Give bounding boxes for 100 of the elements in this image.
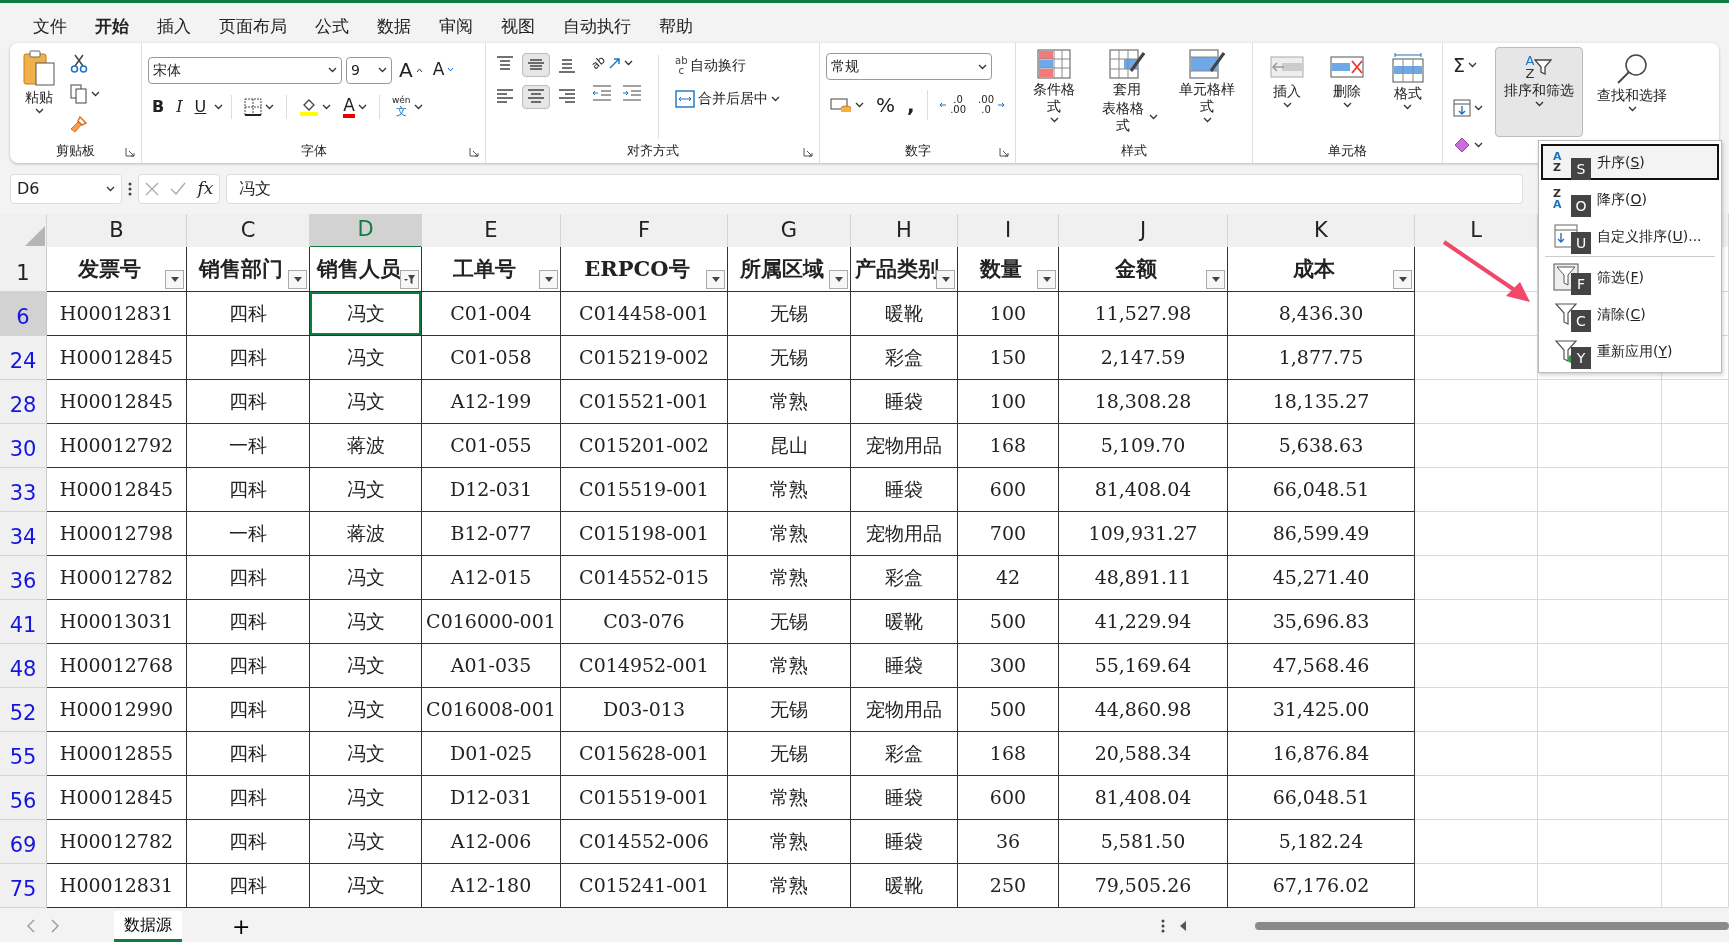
table-cell: 彩盒 bbox=[851, 336, 958, 380]
orientation-button[interactable]: ab bbox=[588, 53, 646, 74]
keytip-badge: F bbox=[1571, 273, 1591, 295]
underline-button[interactable]: U bbox=[190, 93, 211, 121]
ribbon-tab[interactable]: 文件 bbox=[22, 11, 78, 41]
row-number[interactable]: 34 bbox=[0, 512, 47, 556]
menu-item[interactable]: F 筛选(F) bbox=[1541, 259, 1719, 295]
table-cell: 常熟 bbox=[728, 556, 851, 600]
check-icon[interactable] bbox=[170, 182, 187, 196]
launcher-icon bbox=[803, 147, 813, 157]
table-cell: 睡袋 bbox=[851, 776, 958, 820]
percent-button[interactable]: % bbox=[872, 88, 899, 122]
phonetic-button[interactable]: wén 文 bbox=[387, 94, 427, 120]
row-number[interactable]: 69 bbox=[0, 820, 47, 864]
caret-icon bbox=[623, 60, 633, 67]
align-lines-icon bbox=[558, 88, 576, 106]
table-cell: 宠物用品 bbox=[851, 424, 958, 468]
ribbon-tab[interactable]: 审阅 bbox=[428, 11, 484, 41]
row-number[interactable]: 6 bbox=[0, 292, 47, 336]
caret-icon bbox=[378, 67, 387, 73]
row-number[interactable]: 28 bbox=[0, 380, 47, 424]
sheet-tab[interactable]: 数据源 bbox=[114, 910, 182, 942]
previous-sheet-icon[interactable] bbox=[26, 919, 36, 933]
filter-button[interactable] bbox=[165, 270, 184, 289]
grow-font-button[interactable]: A bbox=[396, 55, 426, 85]
italic-button[interactable]: I bbox=[172, 93, 187, 121]
insert-cells-button[interactable]: 插入 bbox=[1264, 51, 1311, 141]
row-number[interactable]: 48 bbox=[0, 644, 47, 688]
filter-button[interactable] bbox=[706, 270, 725, 289]
add-sheet-button[interactable]: + bbox=[226, 908, 257, 942]
caret-icon bbox=[413, 104, 423, 110]
delete-cells-button[interactable]: 删除 bbox=[1324, 51, 1371, 141]
ribbon-tab[interactable]: 自动执行 bbox=[552, 11, 642, 41]
merge-center-button[interactable]: 合并后居中 bbox=[671, 86, 784, 111]
table-cell: C015241-001 bbox=[561, 864, 728, 908]
filter-button[interactable] bbox=[288, 270, 307, 289]
filter-button[interactable] bbox=[1206, 270, 1225, 289]
align-lines-icon bbox=[527, 88, 545, 106]
shrink-font-button[interactable]: A bbox=[429, 57, 458, 83]
ribbon-tab[interactable]: 开始 bbox=[84, 11, 140, 41]
conditional-format-button[interactable]: 条件格式 bbox=[1022, 47, 1087, 141]
row-number[interactable]: 56 bbox=[0, 776, 47, 820]
table-cell: 5,581.50 bbox=[1059, 820, 1228, 864]
formula-input[interactable]: 冯文 bbox=[226, 174, 1523, 204]
column-header: 成本 bbox=[1228, 247, 1415, 292]
row-number[interactable]: 75 bbox=[0, 864, 47, 908]
menu-item[interactable]: Y 重新应用(Y) bbox=[1541, 333, 1719, 369]
sort-filter-button[interactable]: A Z 排序和筛选 bbox=[1495, 47, 1583, 137]
ribbon-tab[interactable]: 数据 bbox=[366, 11, 422, 41]
cell-styles-button[interactable]: 单元格样式 bbox=[1168, 47, 1246, 141]
filter-button[interactable] bbox=[400, 270, 419, 289]
menu-item[interactable]: A Z S 升序(S) bbox=[1541, 144, 1719, 180]
format-cells-button[interactable]: 格式 bbox=[1384, 51, 1431, 141]
font-family-dropdown[interactable]: 宋体 bbox=[148, 56, 342, 84]
menu-item[interactable]: U 自定义排序(U)... bbox=[1541, 218, 1719, 254]
filter-button[interactable] bbox=[1393, 270, 1412, 289]
row-number[interactable]: 24 bbox=[0, 336, 47, 380]
row-number[interactable]: 41 bbox=[0, 600, 47, 644]
row-number[interactable]: 52 bbox=[0, 688, 47, 732]
caret-icon bbox=[978, 63, 987, 70]
font-size-dropdown[interactable]: 9 bbox=[346, 56, 392, 84]
filter-button[interactable] bbox=[829, 270, 848, 289]
menu-item[interactable]: C 清除(C) bbox=[1541, 296, 1719, 332]
table-cell: 45,271.40 bbox=[1228, 556, 1415, 600]
row-number[interactable]: 1 bbox=[0, 247, 47, 292]
horizontal-scrollbar[interactable] bbox=[1255, 922, 1729, 930]
ribbon-tab[interactable]: 插入 bbox=[146, 11, 202, 41]
dropdown-arrow-icon bbox=[941, 277, 950, 282]
row-number[interactable]: 36 bbox=[0, 556, 47, 600]
ribbon-tab[interactable]: 公式 bbox=[304, 11, 360, 41]
table-cell: 四科 bbox=[187, 556, 310, 600]
filter-button[interactable] bbox=[539, 270, 558, 289]
filter-button[interactable] bbox=[936, 270, 955, 289]
increase-decimal-button[interactable]: .0 .00 bbox=[935, 93, 971, 117]
column-header: 金额 bbox=[1059, 247, 1228, 292]
filter-button[interactable] bbox=[1037, 270, 1056, 289]
number-format-dropdown[interactable]: 常规 bbox=[826, 53, 992, 80]
more-options-icon[interactable] bbox=[1161, 919, 1165, 933]
paste-button[interactable]: 粘贴 bbox=[16, 47, 62, 141]
autosum-button[interactable]: Σ bbox=[1449, 49, 1487, 82]
ribbon-tab[interactable]: 页面布局 bbox=[208, 11, 298, 41]
table-brush-icon bbox=[1109, 49, 1146, 79]
ribbon-tab[interactable]: 视图 bbox=[490, 11, 546, 41]
row-number[interactable]: 33 bbox=[0, 468, 47, 512]
scroll-left-icon[interactable] bbox=[1179, 920, 1187, 932]
middle-align-button[interactable] bbox=[522, 53, 550, 77]
comma-style-button[interactable]: , bbox=[903, 88, 919, 122]
row-number[interactable]: 55 bbox=[0, 732, 47, 776]
decrease-decimal-button[interactable]: .00 .0 bbox=[974, 93, 1009, 117]
insert-function-button[interactable]: fx bbox=[197, 176, 214, 202]
bold-button[interactable]: B bbox=[148, 93, 169, 121]
format-as-table-button[interactable]: 套用 表格格式 bbox=[1090, 47, 1165, 141]
center-button[interactable] bbox=[522, 85, 550, 109]
table-cell: 四科 bbox=[187, 468, 310, 512]
ribbon-tab[interactable]: 帮助 bbox=[648, 11, 704, 41]
row-number[interactable]: 30 bbox=[0, 424, 47, 468]
name-box[interactable]: D6 bbox=[10, 174, 122, 204]
next-sheet-icon[interactable] bbox=[50, 919, 60, 933]
font-color-button[interactable]: A bbox=[339, 94, 371, 120]
group-label: 样式 bbox=[1120, 142, 1148, 160]
